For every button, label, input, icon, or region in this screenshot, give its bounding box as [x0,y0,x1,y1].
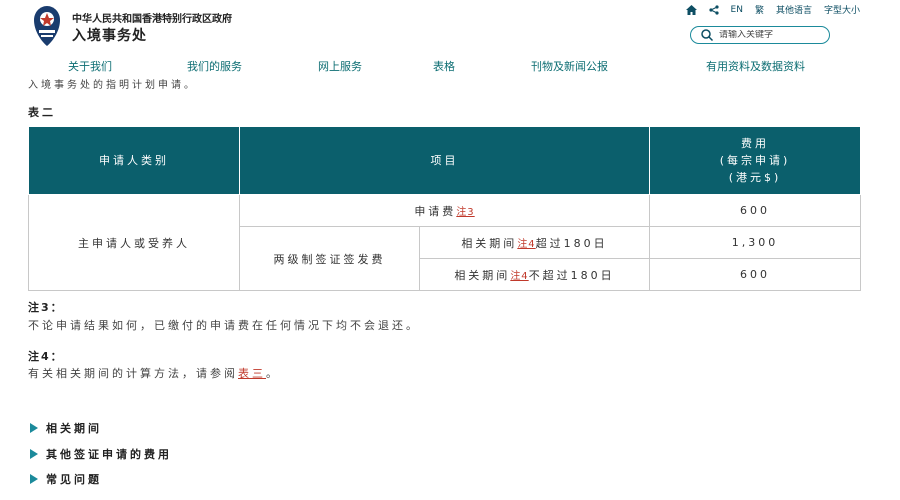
nav-useful-info[interactable]: 有用资料及数据资料 [706,58,805,74]
header-category: 申请人类别 [28,126,240,195]
note-4-link[interactable]: 注4 [510,271,528,282]
expander-relevant-period[interactable]: 相关期间 [30,420,102,436]
over-180-suffix: 超过180日 [535,236,608,250]
site-header: 中华人民共和国香港特别行政区政府 入境事务处 EN 繁 其他语言 字型大小 [0,0,900,56]
header-fee-currency: (港元$) [728,171,782,184]
expand-arrow-icon [30,474,38,484]
nav-publications[interactable]: 刊物及新闻公报 [531,58,608,74]
table-row: 主申请人或受养人 申请费注3 600 [28,194,861,291]
note-4-title: 注4： [28,350,64,363]
expander-other-visa-fees[interactable]: 其他签证申请的费用 [30,446,172,462]
lang-trad-link[interactable]: 繁 [755,3,764,16]
search-icon[interactable] [700,28,714,42]
application-fee-cell: 申请费注3 [239,194,650,227]
not-over-180-cell: 相关期间注4不超过180日 [419,258,650,291]
note-3-text: 不论申请结果如何，已缴付的申请费在任何情况下均不会退还。 [28,319,420,332]
header-item: 项目 [239,126,650,195]
category-cell: 主申请人或受养人 [28,194,240,291]
note-3-title: 注3： [28,301,64,314]
expand-arrow-icon [30,449,38,459]
top-links: EN 繁 其他语言 字型大小 [685,3,860,16]
expander-faq[interactable]: 常见问题 [30,471,102,487]
header-fee: 费用 (每宗申请) (港元$) [649,126,861,195]
nav-about-us[interactable]: 关于我们 [68,58,112,74]
government-name: 中华人民共和国香港特别行政区政府 [72,14,232,25]
expand-arrow-icon [30,423,38,433]
note-4-suffix: 。 [266,367,280,380]
search-box[interactable] [690,26,830,44]
main-nav: 关于我们 我们的服务 网上服务 表格 刊物及新闻公报 有用资料及数据资料 [0,58,900,76]
not-over-180-prefix: 相关期间 [454,268,511,282]
search-input[interactable] [719,30,819,40]
table-header-row: 申请人类别 项目 费用 (每宗申请) (港元$) [28,126,861,195]
expander-label: 常见问题 [46,473,102,486]
note-4-text: 有关相关期间的计算方法，请参阅表三。 [28,365,280,381]
visa-fee-label-cell: 两级制签证签发费 [239,226,420,291]
home-icon[interactable] [685,4,697,15]
header-fee-per-application: (每宗申请) [719,154,791,167]
header-fee-title: 费用 [741,137,769,150]
table-3-link[interactable]: 表三 [238,367,266,380]
nav-our-services[interactable]: 我们的服务 [187,58,242,74]
font-size-link[interactable]: 字型大小 [824,3,860,16]
fee-table: 申请人类别 项目 费用 (每宗申请) (港元$) 主申请人或受养人 申请费注3 … [28,126,861,291]
lang-en-link[interactable]: EN [731,5,743,15]
over-180-value: 1,300 [649,226,861,259]
intro-text: 入境事务处的指明计划申请。 [28,80,197,91]
share-icon[interactable] [708,4,719,15]
immigration-logo-icon[interactable] [30,4,64,48]
application-fee-label: 申请费 [414,204,457,218]
not-over-180-value: 600 [649,258,861,291]
note-4-link[interactable]: 注4 [517,239,535,250]
other-languages-link[interactable]: 其他语言 [776,3,812,16]
nav-forms[interactable]: 表格 [433,58,455,74]
expander-label: 相关期间 [46,422,102,435]
note-3-link[interactable]: 注3 [456,207,474,218]
table-title: 表二 [28,106,56,119]
over-180-cell: 相关期间注4超过180日 [419,226,650,259]
note-4-prefix: 有关相关期间的计算方法，请参阅 [28,367,238,380]
expander-label: 其他签证申请的费用 [46,448,172,461]
department-name[interactable]: 入境事务处 [72,25,147,45]
application-fee-value: 600 [649,194,861,227]
over-180-prefix: 相关期间 [461,236,518,250]
nav-online-services[interactable]: 网上服务 [318,58,362,74]
not-over-180-suffix: 不超过180日 [528,268,615,282]
